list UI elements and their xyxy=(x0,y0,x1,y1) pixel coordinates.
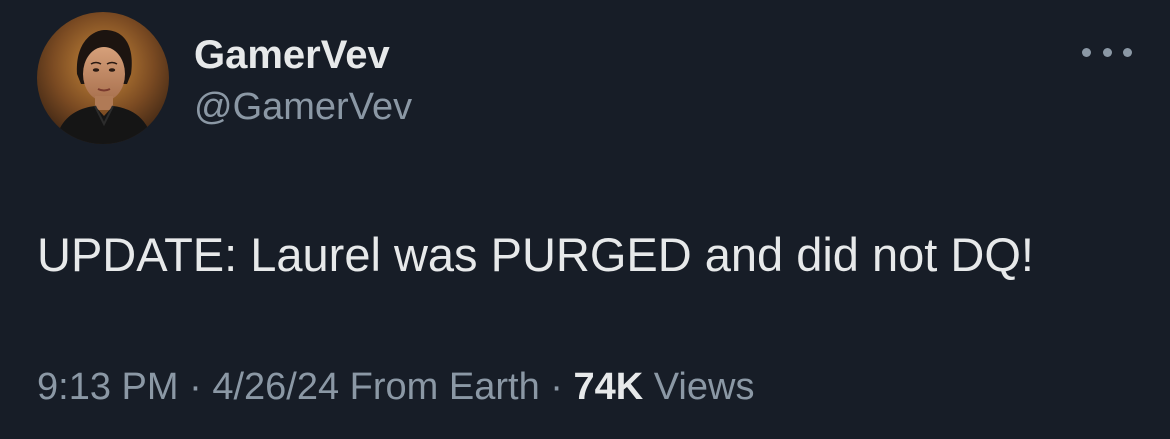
meta-separator: · xyxy=(178,366,213,408)
author-handle[interactable]: @GamerVev xyxy=(194,86,412,130)
profile-photo-icon xyxy=(37,12,169,144)
tweet-text: UPDATE: Laurel was PURGED and did not DQ… xyxy=(37,228,1034,281)
views-label: Views xyxy=(643,366,755,408)
more-options-button[interactable] xyxy=(1082,40,1132,64)
views-count[interactable]: 74K xyxy=(574,366,644,408)
more-horizontal-icon xyxy=(1102,47,1112,57)
tweet-card: GamerVev @GamerVev UPDATE: Laurel was PU… xyxy=(0,0,1170,439)
more-horizontal-icon xyxy=(1082,47,1091,57)
more-horizontal-icon xyxy=(1123,47,1132,57)
tweet-meta: 9:13 PM · 4/26/24 From Earth · 74K Views xyxy=(37,366,754,410)
meta-separator: · xyxy=(539,366,574,408)
tweet-date[interactable]: 4/26/24 xyxy=(212,366,339,408)
tweet-time[interactable]: 9:13 PM xyxy=(37,366,179,408)
author-display-name[interactable]: GamerVev xyxy=(194,32,390,78)
avatar[interactable] xyxy=(37,12,169,144)
tweet-source: From Earth xyxy=(339,366,540,408)
